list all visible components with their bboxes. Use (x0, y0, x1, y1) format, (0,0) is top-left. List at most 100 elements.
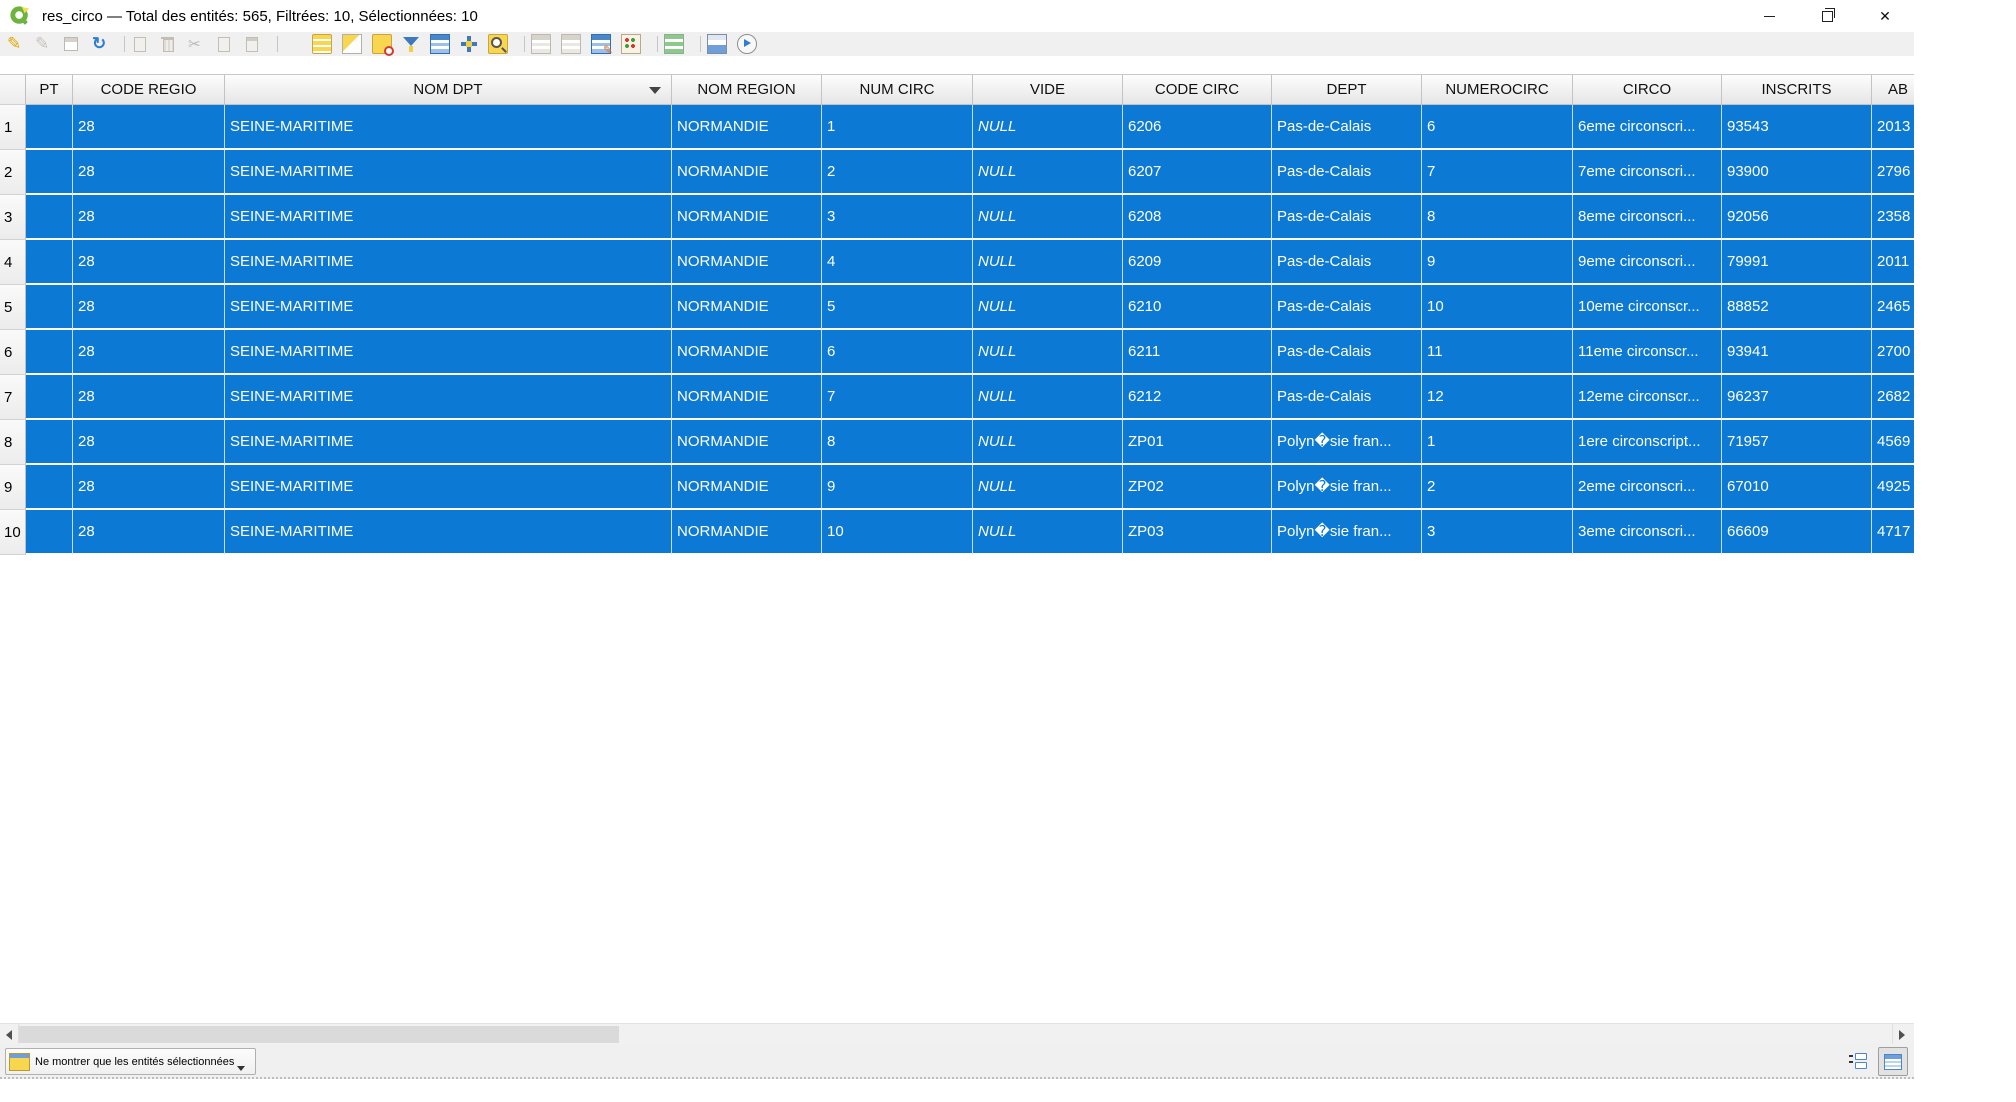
paste-icon[interactable] (243, 35, 261, 53)
row-number[interactable]: 1 (0, 105, 26, 150)
cell[interactable]: 28 (73, 240, 225, 285)
cell[interactable] (26, 285, 73, 330)
cell[interactable]: SEINE-MARITIME (225, 105, 672, 150)
cell[interactable]: NULL (973, 420, 1123, 465)
cell[interactable]: NORMANDIE (672, 240, 822, 285)
cell[interactable]: NORMANDIE (672, 465, 822, 510)
pan-to-selection-icon[interactable] (460, 35, 478, 53)
cell[interactable]: NULL (973, 285, 1123, 330)
cell[interactable]: NULL (973, 375, 1123, 420)
cell[interactable]: 1 (1422, 420, 1573, 465)
cut-icon[interactable] (187, 35, 205, 53)
cell[interactable]: 10 (1422, 285, 1573, 330)
select-by-expression-icon[interactable] (284, 35, 302, 53)
cell[interactable]: 88852 (1722, 285, 1872, 330)
cell[interactable]: 5 (822, 285, 973, 330)
cell[interactable]: NORMANDIE (672, 420, 822, 465)
cell[interactable]: 6 (1422, 105, 1573, 150)
column-header-code-regio[interactable]: CODE REGIO (73, 75, 225, 105)
cell[interactable] (26, 330, 73, 375)
row-header-corner[interactable] (0, 75, 26, 105)
column-header-num-circ[interactable]: NUM CIRC (822, 75, 973, 105)
cell[interactable]: 1ere circonscript... (1573, 420, 1722, 465)
close-button[interactable]: ✕ (1856, 0, 1914, 32)
toggle-editing-icon[interactable] (6, 34, 24, 54)
cell[interactable]: NULL (973, 195, 1123, 240)
delete-selected-icon[interactable] (159, 35, 177, 53)
cell[interactable]: 11eme circonscr... (1573, 330, 1722, 375)
cell[interactable]: 12eme circonscr... (1573, 375, 1722, 420)
cell[interactable]: Pas-de-Calais (1272, 195, 1422, 240)
cell[interactable]: 4717 (1872, 510, 1914, 555)
cell[interactable]: NORMANDIE (672, 285, 822, 330)
cell[interactable]: Pas-de-Calais (1272, 240, 1422, 285)
column-header-numerocirc[interactable]: NUMEROCIRC (1422, 75, 1573, 105)
minimize-button[interactable] (1740, 0, 1798, 32)
row-number[interactable]: 9 (0, 465, 26, 510)
cell[interactable]: 2eme circonscri... (1573, 465, 1722, 510)
form-view-button[interactable] (1844, 1047, 1872, 1074)
cell[interactable]: 2 (1422, 465, 1573, 510)
row-number[interactable]: 3 (0, 195, 26, 240)
cell[interactable] (26, 105, 73, 150)
cell[interactable]: 2682 (1872, 375, 1914, 420)
conditional-formatting-icon[interactable] (664, 34, 684, 54)
cell[interactable]: 6212 (1123, 375, 1272, 420)
cell[interactable]: 2796 (1872, 150, 1914, 195)
table-view-button[interactable] (1878, 1047, 1908, 1076)
cell[interactable]: SEINE-MARITIME (225, 195, 672, 240)
cell[interactable]: 8 (822, 420, 973, 465)
cell[interactable]: SEINE-MARITIME (225, 420, 672, 465)
cell[interactable]: 9eme circonscri... (1573, 240, 1722, 285)
zoom-to-selection-icon[interactable] (488, 34, 508, 54)
row-number[interactable]: 10 (0, 510, 26, 555)
cell[interactable]: 71957 (1722, 420, 1872, 465)
cell[interactable]: 28 (73, 330, 225, 375)
cell[interactable]: 28 (73, 375, 225, 420)
cell[interactable]: 2358 (1872, 195, 1914, 240)
cell[interactable]: 7 (1422, 150, 1573, 195)
cell[interactable]: ZP01 (1123, 420, 1272, 465)
cell[interactable]: 10 (822, 510, 973, 555)
cell[interactable]: 92056 (1722, 195, 1872, 240)
cell[interactable]: 2465 (1872, 285, 1914, 330)
horizontal-scrollbar[interactable] (0, 1023, 1914, 1045)
cell[interactable]: 6210 (1123, 285, 1272, 330)
add-feature-icon[interactable] (131, 35, 149, 53)
cell[interactable] (26, 465, 73, 510)
cell[interactable]: 93543 (1722, 105, 1872, 150)
select-all-icon[interactable] (312, 34, 332, 54)
cell[interactable] (26, 510, 73, 555)
cell[interactable] (26, 240, 73, 285)
cell[interactable]: 6 (822, 330, 973, 375)
cell[interactable]: 6207 (1123, 150, 1272, 195)
cell[interactable]: 2 (822, 150, 973, 195)
cell[interactable]: NULL (973, 105, 1123, 150)
cell[interactable] (26, 195, 73, 240)
cell[interactable]: SEINE-MARITIME (225, 150, 672, 195)
cell[interactable]: SEINE-MARITIME (225, 285, 672, 330)
cell[interactable]: Pas-de-Calais (1272, 375, 1422, 420)
cell[interactable]: NULL (973, 240, 1123, 285)
column-header-dept[interactable]: DEPT (1272, 75, 1422, 105)
cell[interactable]: 7 (822, 375, 973, 420)
cell[interactable]: Polyn�sie fran... (1272, 465, 1422, 510)
invert-selection-icon[interactable] (342, 34, 362, 54)
cell[interactable]: NORMANDIE (672, 150, 822, 195)
row-number[interactable]: 6 (0, 330, 26, 375)
column-header-nom-region[interactable]: NOM REGION (672, 75, 822, 105)
save-edits-icon[interactable] (62, 35, 80, 53)
scroll-left-button[interactable] (0, 1024, 19, 1045)
cell[interactable]: 1 (822, 105, 973, 150)
cell[interactable]: NULL (973, 150, 1123, 195)
cell[interactable]: 28 (73, 465, 225, 510)
cell[interactable]: 9 (1422, 240, 1573, 285)
cell[interactable]: 3 (1422, 510, 1573, 555)
cell[interactable]: 28 (73, 195, 225, 240)
cell[interactable]: 66609 (1722, 510, 1872, 555)
cell[interactable]: 93900 (1722, 150, 1872, 195)
row-number[interactable]: 7 (0, 375, 26, 420)
cell[interactable]: 8eme circonscri... (1573, 195, 1722, 240)
cell[interactable]: 28 (73, 150, 225, 195)
cell[interactable]: 4 (822, 240, 973, 285)
